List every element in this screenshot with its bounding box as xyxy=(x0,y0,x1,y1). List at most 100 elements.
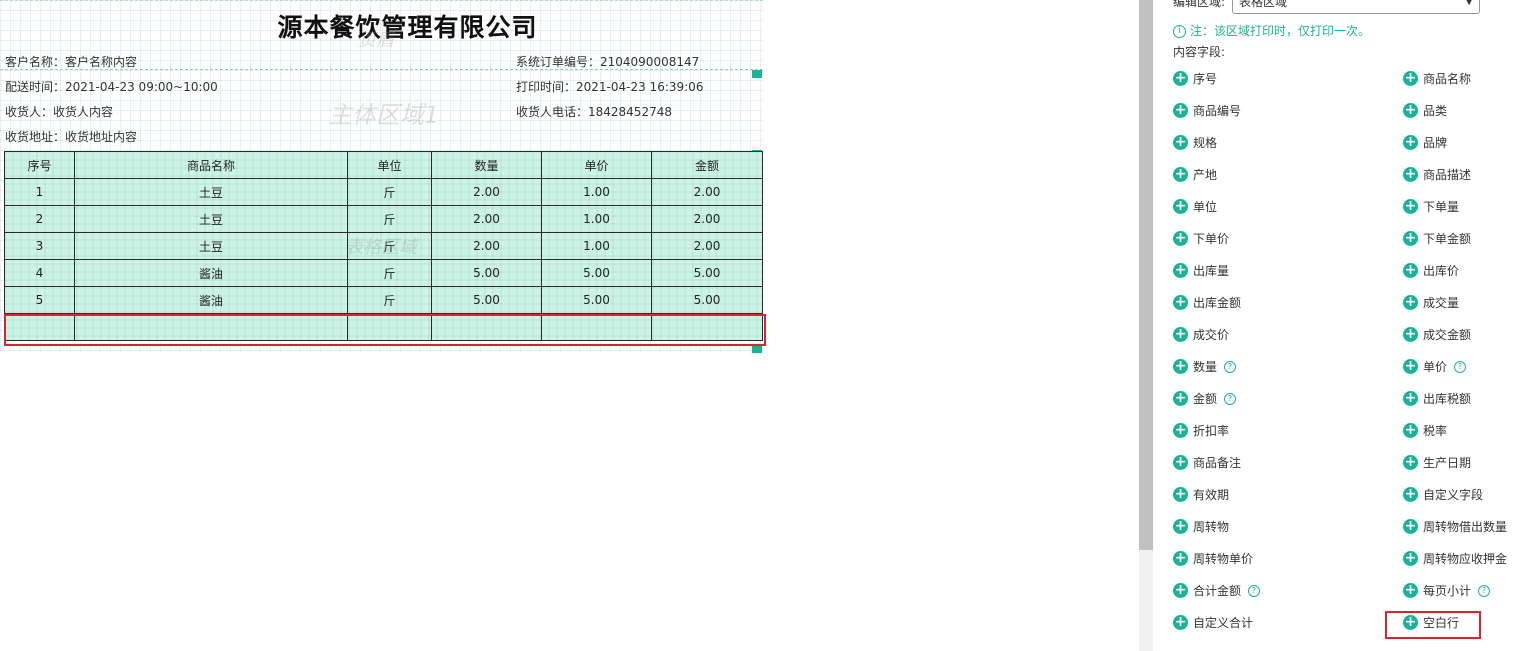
table-cell: 土豆 xyxy=(74,178,348,206)
field-button[interactable]: + 下单价 xyxy=(1173,230,1229,250)
field-button-label: 每页小计 xyxy=(1423,584,1472,598)
customer-name-field[interactable]: 客户名称：客户名称内容 xyxy=(5,53,137,70)
table-cell: 酱油 xyxy=(74,286,348,314)
edit-region-label: 编辑区域: xyxy=(1173,0,1226,9)
header-resize-handle[interactable] xyxy=(752,70,762,78)
field-button[interactable]: + 产地 xyxy=(1173,166,1217,186)
table-resize-handle[interactable] xyxy=(752,345,762,353)
plus-circle-icon: + xyxy=(1173,550,1188,566)
field-button[interactable]: + 折扣率 xyxy=(1173,422,1229,442)
help-icon[interactable]: ? xyxy=(1224,392,1237,405)
plus-circle-icon: + xyxy=(1173,294,1188,310)
delivery-time-field[interactable]: 配送时间：2021-04-23 09:00~10:00 xyxy=(5,78,218,95)
plus-circle-icon: + xyxy=(1173,454,1188,470)
field-button[interactable]: + 出库量 xyxy=(1173,262,1229,282)
field-button-label: 出库税额 xyxy=(1423,392,1472,406)
table-cell: 斤 xyxy=(347,232,432,260)
field-button[interactable]: + 空白行 xyxy=(1403,614,1459,634)
field-button[interactable]: + 品牌 xyxy=(1403,134,1447,154)
address-field[interactable]: 收货地址：收货地址内容 xyxy=(5,128,137,145)
print-sheet: 源本餐饮管理有限公司 页眉 客户名称：客户名称内容 系统订单编号：2104090… xyxy=(0,0,763,353)
header-region[interactable]: 源本餐饮管理有限公司 页眉 客户名称：客户名称内容 系统订单编号：2104090… xyxy=(0,0,763,70)
field-button[interactable]: + 自定义字段 xyxy=(1403,486,1483,506)
table-cell: 5.00 xyxy=(541,286,652,314)
field-button-label: 商品编号 xyxy=(1193,104,1242,118)
field-button-label: 序号 xyxy=(1193,72,1218,86)
help-icon[interactable]: ? xyxy=(1248,584,1261,597)
column-header[interactable]: 数量 xyxy=(431,151,542,179)
field-button[interactable]: + 序号 xyxy=(1173,70,1217,90)
region-note-text: 注：该区域打印时，仅打印一次。 xyxy=(1190,24,1371,38)
field-button[interactable]: + 下单金额 xyxy=(1403,230,1471,250)
help-icon[interactable]: ? xyxy=(1224,360,1237,373)
field-button[interactable]: + 生产日期 xyxy=(1403,454,1471,474)
field-button[interactable]: + 出库价 xyxy=(1403,262,1459,282)
column-header[interactable]: 金额 xyxy=(651,151,763,179)
table-cell: 1.00 xyxy=(541,232,652,260)
order-number-field[interactable]: 系统订单编号：2104090008147 xyxy=(516,53,699,70)
field-button[interactable]: + 周转物 xyxy=(1173,518,1229,538)
table-row: 3 土豆 斤 2.00 1.00 2.00 xyxy=(4,232,763,260)
print-time-field[interactable]: 打印时间：2021-04-23 16:39:06 xyxy=(516,78,703,95)
table-cell: 斤 xyxy=(347,205,432,233)
table-row: 5 酱油 斤 5.00 5.00 5.00 xyxy=(4,286,763,314)
field-button-label: 周转物借出数量 xyxy=(1423,520,1508,534)
field-button[interactable]: + 品类 xyxy=(1403,102,1447,122)
plus-circle-icon: + xyxy=(1403,518,1418,534)
field-button[interactable]: + 数量? xyxy=(1173,358,1237,378)
receiver-phone-field[interactable]: 收货人电话：18428452748 xyxy=(516,103,672,120)
field-button[interactable]: + 每页小计? xyxy=(1403,582,1491,602)
column-header[interactable]: 商品名称 xyxy=(74,151,348,179)
table-cell: 1.00 xyxy=(541,205,652,233)
blank-table-row[interactable] xyxy=(4,313,763,341)
plus-circle-icon: + xyxy=(1173,134,1188,150)
panel-scrollbar-thumb[interactable] xyxy=(1139,0,1153,550)
field-button[interactable]: + 下单量 xyxy=(1403,198,1459,218)
field-button-label: 自定义字段 xyxy=(1423,488,1484,502)
plus-circle-icon: + xyxy=(1173,198,1188,214)
field-button[interactable]: + 自定义合计 xyxy=(1173,614,1253,634)
field-button[interactable]: + 出库金额 xyxy=(1173,294,1241,314)
edit-region-select[interactable]: 表格区域 ▼ xyxy=(1232,0,1480,14)
plus-circle-icon: + xyxy=(1173,422,1188,438)
field-button[interactable]: + 商品备注 xyxy=(1173,454,1241,474)
field-button[interactable]: + 周转物单价 xyxy=(1173,550,1253,570)
field-button[interactable]: + 周转物借出数量 xyxy=(1403,518,1507,538)
field-button[interactable]: + 合计金额? xyxy=(1173,582,1261,602)
table-cell: 5.00 xyxy=(651,286,763,314)
help-icon[interactable]: ? xyxy=(1478,584,1491,597)
field-button[interactable]: + 成交价 xyxy=(1173,326,1229,346)
column-header[interactable]: 单位 xyxy=(347,151,432,179)
table-cell: 1 xyxy=(4,178,75,206)
field-button[interactable]: + 有效期 xyxy=(1173,486,1229,506)
receiver-field[interactable]: 收货人：收货人内容 xyxy=(5,103,113,120)
field-button[interactable]: + 商品编号 xyxy=(1173,102,1241,122)
field-button-label: 品牌 xyxy=(1423,136,1448,150)
goods-table[interactable]: 序号 商品名称 单位 数量 单价 金额 1 土豆 斤 2.00 1.00 2.0… xyxy=(4,151,763,341)
field-button-label: 成交量 xyxy=(1423,296,1460,310)
content-fields-label: 内容字段: xyxy=(1173,45,1226,59)
header-divider xyxy=(0,69,763,70)
help-icon[interactable]: ? xyxy=(1454,360,1467,373)
field-button[interactable]: + 出库税额 xyxy=(1403,390,1471,410)
plus-circle-icon: + xyxy=(1173,102,1188,118)
field-button[interactable]: + 单价? xyxy=(1403,358,1467,378)
field-button-label: 成交金额 xyxy=(1423,328,1472,342)
settings-panel: 编辑区域: 表格区域 ▼ i 注：该区域打印时，仅打印一次。 内容字段: + 序号 +… xyxy=(1153,0,1533,651)
column-header[interactable]: 序号 xyxy=(4,151,75,179)
field-button[interactable]: + 金额? xyxy=(1173,390,1237,410)
field-button-label: 金额 xyxy=(1193,392,1218,406)
field-button[interactable]: + 周转物应收押金 xyxy=(1403,550,1507,570)
field-button[interactable]: + 商品描述 xyxy=(1403,166,1471,186)
field-button-label: 出库价 xyxy=(1423,264,1460,278)
column-header[interactable]: 单价 xyxy=(541,151,652,179)
field-button[interactable]: + 税率 xyxy=(1403,422,1447,442)
field-button[interactable]: + 规格 xyxy=(1173,134,1217,154)
field-button[interactable]: + 成交量 xyxy=(1403,294,1459,314)
field-button[interactable]: + 成交金额 xyxy=(1403,326,1471,346)
table-cell xyxy=(431,313,542,341)
field-button[interactable]: + 商品名称 xyxy=(1403,70,1471,90)
field-button[interactable]: + 单位 xyxy=(1173,198,1217,218)
field-button-label: 周转物 xyxy=(1193,520,1230,534)
plus-circle-icon: + xyxy=(1403,422,1418,438)
